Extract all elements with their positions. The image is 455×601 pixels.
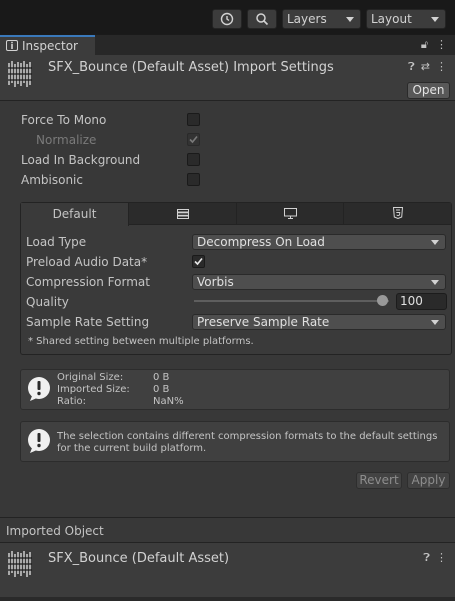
layout-dropdown[interactable]: Layout <box>366 9 446 29</box>
normalize-checkbox[interactable] <box>187 133 200 146</box>
kebab-menu-icon[interactable]: ⋮ <box>436 38 447 51</box>
help-icon[interactable]: ❓︎ <box>408 60 415 73</box>
revert-button[interactable]: Revert <box>356 472 402 489</box>
imported-size-value: 0 B <box>153 384 170 395</box>
top-toolbar: Layers Layout <box>0 0 455 34</box>
history-button[interactable] <box>212 9 242 29</box>
bottom-edge <box>0 597 455 601</box>
chevron-down-icon <box>431 240 439 245</box>
info-icon <box>6 40 18 51</box>
chevron-down-icon <box>346 17 354 22</box>
checkmark-icon <box>189 135 198 144</box>
open-button[interactable]: Open <box>407 82 450 99</box>
tab-default[interactable]: Default <box>21 203 129 226</box>
imported-object-header[interactable]: Imported Object <box>0 517 455 543</box>
tab-bar: Inspector 🔓︎ ⋮ <box>0 34 455 56</box>
default-asset-icon <box>8 551 32 577</box>
compression-format-value: Vorbis <box>197 275 234 289</box>
load-in-background-checkbox[interactable] <box>187 153 200 166</box>
chevron-down-icon <box>431 17 439 22</box>
preload-audio-label: Preload Audio Data* <box>26 255 148 269</box>
kebab-menu-icon[interactable]: ⋮ <box>436 551 447 564</box>
lock-icon[interactable]: 🔓︎ <box>421 38 428 51</box>
shared-setting-note: * Shared setting between multiple platfo… <box>28 336 254 347</box>
quality-input[interactable]: 100 <box>396 293 447 310</box>
load-type-label: Load Type <box>26 235 87 249</box>
compression-warning-text: The selection contains different compres… <box>57 431 438 454</box>
imported-object-tools: ❓︎ ⋮ <box>417 551 447 565</box>
ambisonic-checkbox[interactable] <box>187 173 200 186</box>
layout-label: Layout <box>371 12 412 26</box>
imported-size-label: Imported Size: <box>57 384 130 395</box>
inspector-body: Force To Mono Normalize Load In Backgrou… <box>0 101 455 517</box>
size-info-lines: Original Size: 0 B Imported Size: 0 B Rati… <box>57 372 184 408</box>
ratio-label: Ratio: <box>57 396 87 407</box>
tab-dedicated-server[interactable] <box>129 203 237 225</box>
chevron-down-icon <box>431 320 439 325</box>
layers-dropdown[interactable]: Layers <box>282 9 361 29</box>
compression-format-label: Compression Format <box>26 275 150 289</box>
apply-button[interactable]: Apply <box>407 472 450 489</box>
tab-inspector[interactable]: Inspector <box>0 35 95 56</box>
presets-icon[interactable]: ⇄ <box>421 60 430 73</box>
original-size-label: Original Size: <box>57 372 124 383</box>
header-tools: ❓︎ ⇄ ⋮ <box>402 60 447 74</box>
normalize-label: Normalize <box>36 133 97 147</box>
quality-label: Quality <box>26 295 69 309</box>
load-type-value: Decompress On Load <box>197 235 325 249</box>
tab-default-label: Default <box>52 207 97 221</box>
server-icon <box>176 209 189 219</box>
ambisonic-label: Ambisonic <box>21 173 83 187</box>
platform-tabs: Default <box>21 203 451 226</box>
original-size-value: 0 B <box>153 372 170 383</box>
html5-icon <box>392 207 403 220</box>
quality-slider-handle[interactable] <box>377 295 388 306</box>
compression-warning-box: The selection contains different compres… <box>20 421 450 462</box>
warning-icon <box>28 429 50 453</box>
tab-standalone[interactable] <box>237 203 344 225</box>
tab-tools: 🔓︎ ⋮ <box>413 38 447 52</box>
platform-settings: Default Load Type Decompress On Load Pre… <box>20 202 452 355</box>
default-asset-icon <box>8 61 32 87</box>
load-in-background-label: Load In Background <box>21 153 141 167</box>
force-to-mono-label: Force To Mono <box>21 113 107 127</box>
sample-rate-dropdown[interactable]: Preserve Sample Rate <box>192 314 446 330</box>
search-icon <box>256 13 269 26</box>
sample-rate-value: Preserve Sample Rate <box>197 315 330 329</box>
tab-webgl[interactable] <box>344 203 451 225</box>
monitor-icon <box>283 208 297 219</box>
quality-slider-track[interactable] <box>194 300 389 302</box>
ratio-value: NaN% <box>153 396 184 407</box>
help-icon[interactable]: ❓︎ <box>423 551 430 564</box>
search-button[interactable] <box>247 9 277 29</box>
tab-label: Inspector <box>22 39 78 53</box>
kebab-menu-icon[interactable]: ⋮ <box>436 60 447 73</box>
imported-object-title: SFX_Bounce (Default Asset) <box>48 551 230 566</box>
layers-label: Layers <box>287 12 327 26</box>
size-info-box: Original Size: 0 B Imported Size: 0 B Rati… <box>20 369 450 410</box>
checkmark-icon <box>194 257 203 266</box>
inspector-header: SFX_Bounce (Default Asset) Import Settin… <box>0 55 455 101</box>
force-to-mono-checkbox[interactable] <box>187 113 200 126</box>
history-icon <box>220 12 234 26</box>
load-type-dropdown[interactable]: Decompress On Load <box>192 234 446 250</box>
preload-audio-checkbox[interactable] <box>192 255 205 268</box>
imported-object-asset: SFX_Bounce (Default Asset) ❓︎ ⋮ <box>0 543 455 601</box>
chevron-down-icon <box>431 280 439 285</box>
sample-rate-label: Sample Rate Setting <box>26 315 150 329</box>
header-title: SFX_Bounce (Default Asset) Import Settin… <box>48 60 334 75</box>
warning-icon <box>28 377 50 401</box>
compression-format-dropdown[interactable]: Vorbis <box>192 274 446 290</box>
